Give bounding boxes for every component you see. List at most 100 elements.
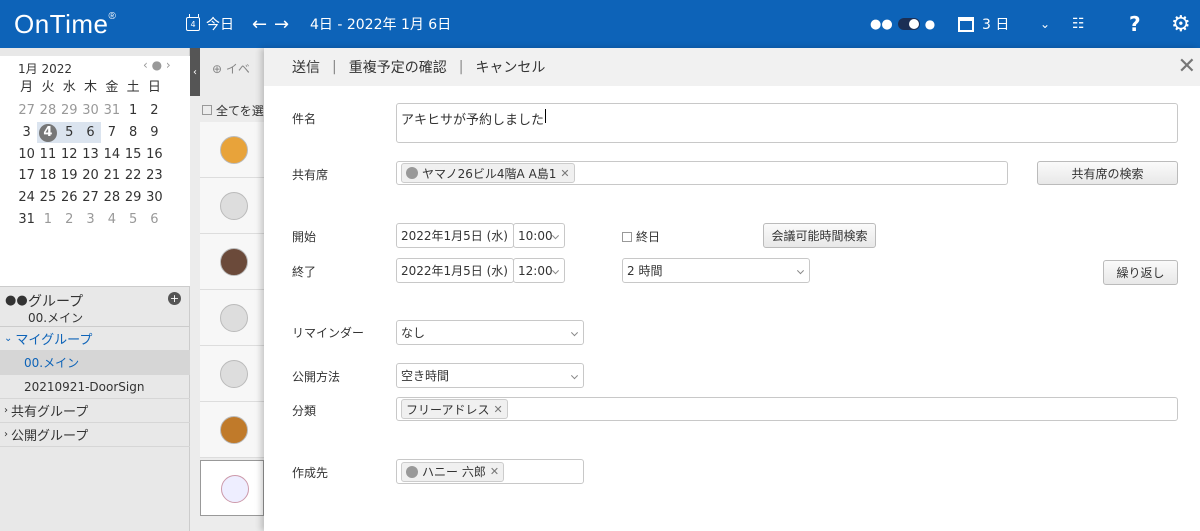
calendar-day[interactable]: 31 bbox=[101, 100, 122, 122]
remove-icon[interactable]: ✕ bbox=[494, 403, 503, 416]
calendar-day[interactable]: 10 bbox=[16, 143, 37, 165]
arrow-left-icon[interactable]: ← bbox=[252, 0, 267, 48]
group-item-main[interactable]: 00.メイン bbox=[0, 351, 190, 375]
calendar-day[interactable]: 20 bbox=[80, 165, 101, 187]
calendar-day[interactable]: 25 bbox=[37, 187, 58, 209]
people-toggle[interactable]: ●● ● bbox=[870, 0, 935, 48]
event-item-selected[interactable] bbox=[200, 460, 264, 516]
add-event-button[interactable]: ⊕ イベ bbox=[212, 60, 250, 77]
calendar-day[interactable]: 16 bbox=[144, 143, 165, 165]
calendar-day[interactable]: 30 bbox=[80, 100, 101, 122]
calendar-day[interactable]: 27 bbox=[80, 187, 101, 209]
resource-input[interactable]: ヤマノ26ビル4階A A島1 ✕ bbox=[396, 161, 1008, 185]
duration-select[interactable]: 2 時間 bbox=[622, 258, 810, 283]
cancel-button[interactable]: キャンセル bbox=[475, 57, 545, 77]
calendar-day[interactable]: 8 bbox=[122, 122, 143, 144]
event-list-strip: ‹ ⊕ イベ 全てを選 bbox=[190, 48, 264, 531]
calendar-day[interactable]: 2 bbox=[144, 100, 165, 122]
remove-icon[interactable]: ✕ bbox=[490, 465, 499, 478]
end-time-select[interactable]: 12:00 bbox=[513, 258, 565, 283]
calendar-day[interactable]: 27 bbox=[16, 100, 37, 122]
meeting-time-search-button[interactable]: 会議可能時間検索 bbox=[763, 223, 876, 248]
all-day-row[interactable]: 終日 bbox=[622, 228, 660, 245]
calendar-day[interactable]: 18 bbox=[37, 165, 58, 187]
calendar-day[interactable]: 5 bbox=[58, 121, 80, 144]
creator-input[interactable]: ハニー 六郎 ✕ bbox=[396, 459, 584, 484]
calendar-day[interactable]: 21 bbox=[101, 165, 122, 187]
calendar-day[interactable]: 6 bbox=[79, 121, 102, 144]
group-item-doorsign[interactable]: 20210921-DoorSign bbox=[0, 375, 190, 399]
calendar-day[interactable]: 11 bbox=[37, 143, 58, 165]
chevron-down-icon[interactable]: ⌄ bbox=[1040, 0, 1050, 48]
calendar-day[interactable]: 9 bbox=[144, 122, 165, 144]
calendar-day[interactable]: 2 bbox=[59, 208, 80, 230]
reminder-select[interactable]: なし bbox=[396, 320, 584, 345]
calendar-day[interactable]: 22 bbox=[122, 165, 143, 187]
event-item[interactable] bbox=[200, 178, 264, 234]
shared-groups-toggle[interactable]: › 共有グループ bbox=[0, 399, 190, 423]
calendar-day[interactable]: 29 bbox=[122, 187, 143, 209]
close-icon[interactable]: ✕ bbox=[1178, 54, 1196, 79]
event-item[interactable] bbox=[200, 234, 264, 290]
collapse-sidebar-icon[interactable]: ‹ bbox=[190, 48, 200, 96]
event-item[interactable] bbox=[200, 402, 264, 458]
calendar-day[interactable]: 13 bbox=[80, 143, 101, 165]
publish-select[interactable]: 空き時間 bbox=[396, 363, 584, 388]
event-item[interactable] bbox=[200, 122, 264, 178]
calendar-day[interactable]: 12 bbox=[59, 143, 80, 165]
calendar-day[interactable]: 29 bbox=[59, 100, 80, 122]
all-day-checkbox[interactable] bbox=[622, 231, 632, 242]
send-button[interactable]: 送信 bbox=[292, 57, 320, 77]
end-date-input[interactable]: 2022年1月5日 (水) bbox=[396, 258, 514, 283]
calendar-day[interactable]: 30 bbox=[144, 187, 165, 209]
calendar-day[interactable]: 26 bbox=[59, 187, 80, 209]
category-input[interactable]: フリーアドレス ✕ bbox=[396, 397, 1178, 421]
select-all-row[interactable]: 全てを選 bbox=[202, 102, 264, 119]
remove-icon[interactable]: ✕ bbox=[560, 167, 569, 180]
arrow-right-icon[interactable]: → bbox=[274, 0, 289, 48]
start-time-select[interactable]: 10:00 bbox=[513, 223, 565, 248]
event-avatar bbox=[220, 248, 248, 276]
event-avatar bbox=[220, 416, 248, 444]
group-people-icon: ●● bbox=[870, 16, 893, 32]
public-groups-toggle[interactable]: › 公開グループ bbox=[0, 423, 190, 447]
calendar-day[interactable]: 4 bbox=[101, 208, 122, 230]
calendar-day[interactable]: 3 bbox=[80, 208, 101, 230]
calendar-day[interactable]: 3 bbox=[16, 122, 37, 144]
gear-icon[interactable]: ⚙ bbox=[1171, 0, 1191, 48]
calendar-day[interactable]: 14 bbox=[101, 143, 122, 165]
my-groups-toggle[interactable]: ⌄ マイグループ bbox=[0, 327, 190, 351]
calendar-day[interactable]: 28 bbox=[37, 100, 58, 122]
calendar-day[interactable]: 28 bbox=[101, 187, 122, 209]
event-item[interactable] bbox=[200, 290, 264, 346]
end-label: 終了 bbox=[292, 265, 317, 279]
calendar-day[interactable]: 31 bbox=[16, 208, 37, 230]
category-chip: フリーアドレス ✕ bbox=[401, 399, 508, 419]
settings-sliders-icon[interactable]: ☷ bbox=[1072, 0, 1085, 48]
resource-search-button[interactable]: 共有席の検索 bbox=[1037, 161, 1178, 185]
start-date-input[interactable]: 2022年1月5日 (水) bbox=[396, 223, 514, 248]
check-conflict-button[interactable]: 重複予定の確認 bbox=[349, 57, 447, 77]
weekday-label: 日 bbox=[147, 80, 161, 95]
calendar-day[interactable]: 23 bbox=[144, 165, 165, 187]
today-button[interactable]: 4 今日 bbox=[186, 0, 234, 48]
add-group-icon[interactable]: + bbox=[168, 292, 181, 305]
repeat-button[interactable]: 繰り返し bbox=[1103, 260, 1178, 285]
toggle-switch[interactable] bbox=[897, 18, 920, 30]
mini-calendar-nav[interactable]: ‹ ● › bbox=[143, 58, 171, 72]
calendar-day[interactable]: 15 bbox=[122, 143, 143, 165]
help-icon[interactable]: ? bbox=[1129, 0, 1141, 48]
select-all-checkbox[interactable] bbox=[202, 105, 212, 115]
calendar-day[interactable]: 17 bbox=[16, 165, 37, 187]
calendar-day[interactable]: 5 bbox=[122, 208, 143, 230]
subject-input[interactable]: アキヒサが予約しました bbox=[396, 103, 1178, 143]
calendar-day[interactable]: 7 bbox=[101, 122, 122, 144]
calendar-day[interactable]: 19 bbox=[59, 165, 80, 187]
calendar-day[interactable]: 4 bbox=[37, 121, 59, 144]
calendar-day[interactable]: 1 bbox=[122, 100, 143, 122]
view-days-select[interactable]: 3 日 bbox=[958, 0, 1009, 48]
event-item[interactable] bbox=[200, 346, 264, 402]
calendar-day[interactable]: 6 bbox=[144, 208, 165, 230]
calendar-day[interactable]: 24 bbox=[16, 187, 37, 209]
calendar-day[interactable]: 1 bbox=[37, 208, 58, 230]
